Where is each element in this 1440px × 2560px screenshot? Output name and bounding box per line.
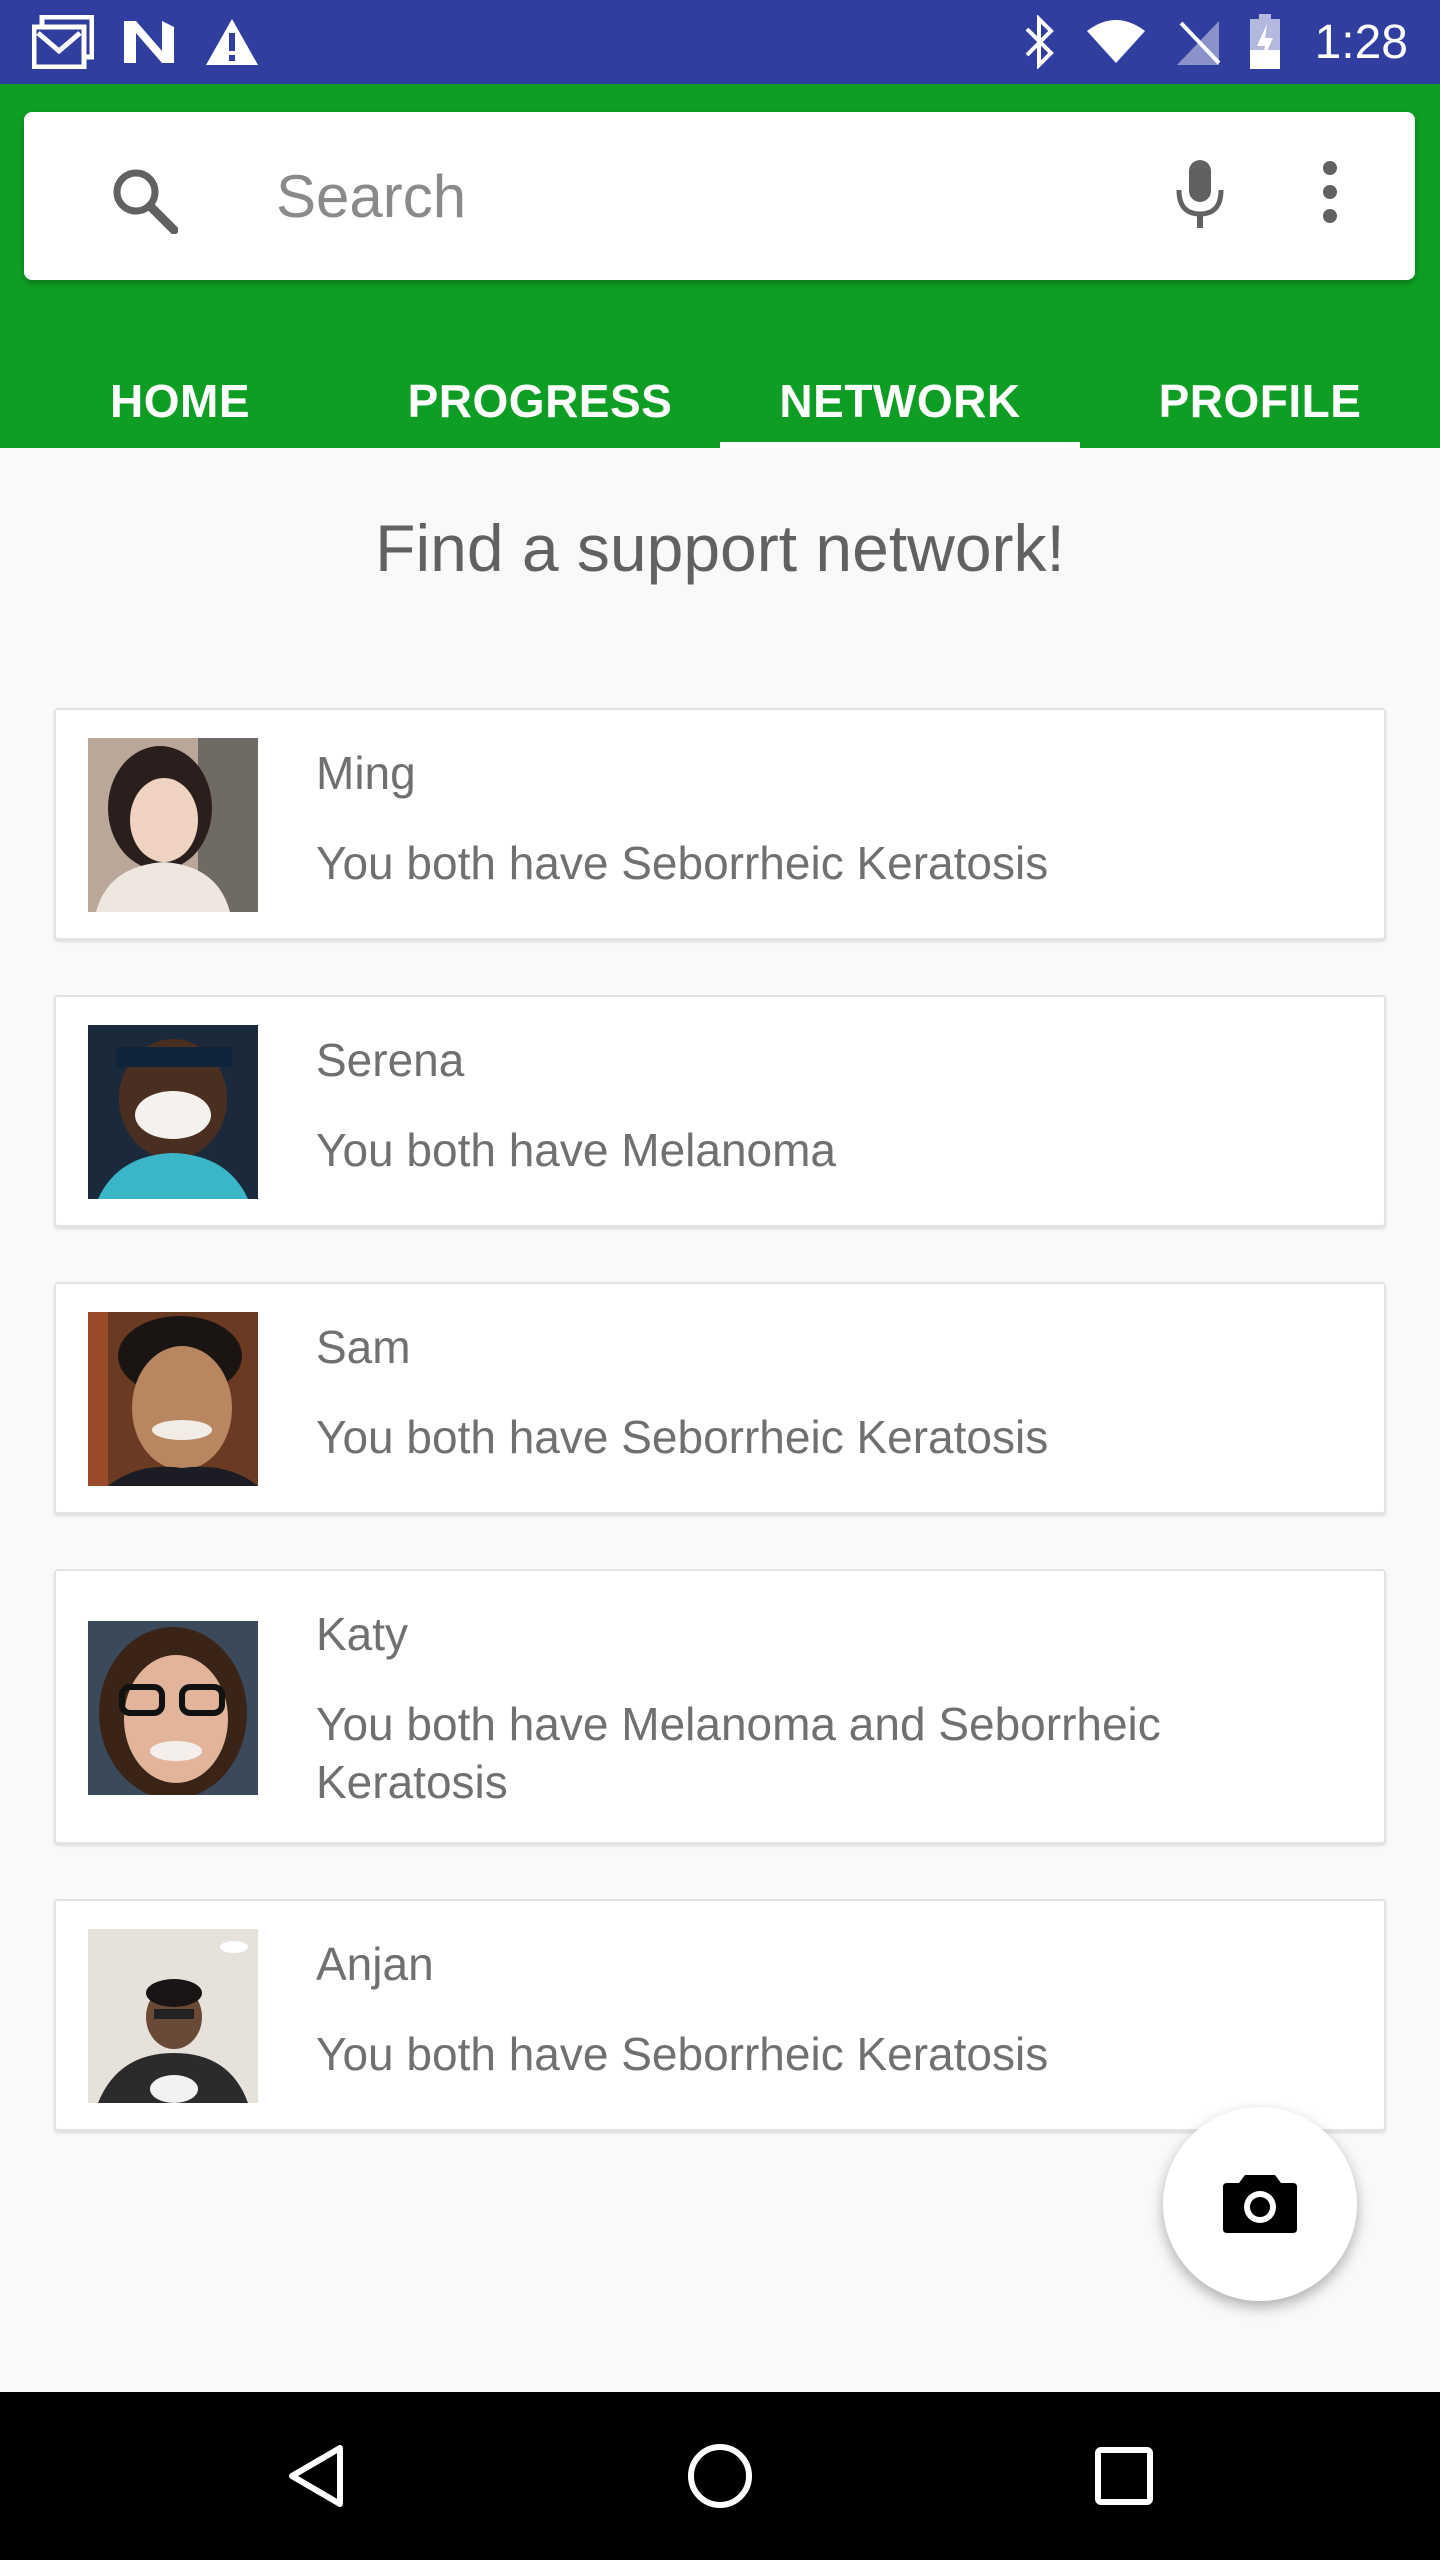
- status-bar: 1:28: [0, 0, 1440, 84]
- match-condition: You both have Melanoma: [316, 1124, 837, 1176]
- match-condition: You both have Seborrheic Keratosis: [316, 2028, 1049, 2080]
- match-name: Ming: [316, 747, 416, 799]
- app-bar: HOME PROGRESS NETWORK PROFILE: [0, 84, 1440, 448]
- system-navigation-bar: [0, 2392, 1440, 2560]
- tab-progress[interactable]: PROGRESS: [360, 360, 720, 448]
- back-icon[interactable]: [284, 2442, 346, 2515]
- recent-apps-icon[interactable]: [1094, 2446, 1154, 2511]
- n-app-icon: [122, 19, 176, 65]
- match-name: Katy: [316, 1608, 409, 1660]
- no-sim-icon: [1175, 17, 1221, 67]
- tab-network[interactable]: NETWORK: [720, 360, 1080, 448]
- microphone-icon[interactable]: [1172, 158, 1228, 237]
- list-item-serena[interactable]: Serena You both have Melanoma: [54, 995, 1386, 1227]
- battery-charging-icon: [1249, 14, 1281, 70]
- camera-button[interactable]: [1163, 2107, 1357, 2301]
- tab-bar: HOME PROGRESS NETWORK PROFILE: [0, 360, 1440, 448]
- tab-profile[interactable]: PROFILE: [1080, 360, 1440, 448]
- match-condition: You both have Seborrheic Keratosis: [316, 1411, 1049, 1463]
- tab-home[interactable]: HOME: [0, 360, 360, 448]
- wifi-icon: [1085, 19, 1147, 65]
- match-name: Serena: [316, 1034, 465, 1086]
- list-item-katy[interactable]: Katy You both have Melanoma and Seborrhe…: [54, 1569, 1386, 1844]
- search-input[interactable]: [276, 146, 1096, 246]
- bluetooth-icon: [1023, 15, 1057, 69]
- match-condition: You both have Melanoma and Seborrheic Ke…: [316, 1698, 1161, 1808]
- avatar: [88, 1621, 258, 1795]
- more-options-icon[interactable]: [1320, 158, 1340, 231]
- gmail-icon: [32, 15, 94, 69]
- search-icon[interactable]: [110, 166, 179, 239]
- page-title: Find a support network!: [375, 511, 1065, 585]
- list-item-anjan[interactable]: Anjan You both have Seborrheic Keratosis: [54, 1899, 1386, 2131]
- camera-icon: [1223, 2171, 1297, 2238]
- avatar: [88, 1929, 258, 2103]
- list-item-ming[interactable]: Ming You both have Seborrheic Keratosis: [54, 708, 1386, 940]
- search-bar[interactable]: [24, 112, 1415, 280]
- match-condition: You both have Seborrheic Keratosis: [316, 837, 1049, 889]
- list-item-sam[interactable]: Sam You both have Seborrheic Keratosis: [54, 1282, 1386, 1514]
- match-name: Sam: [316, 1321, 411, 1373]
- status-time: 1:28: [1314, 15, 1408, 69]
- avatar: [88, 738, 258, 912]
- avatar: [88, 1025, 258, 1199]
- warning-icon: [204, 17, 260, 67]
- match-name: Anjan: [316, 1938, 434, 1990]
- avatar: [88, 1312, 258, 1486]
- home-icon[interactable]: [686, 2442, 754, 2515]
